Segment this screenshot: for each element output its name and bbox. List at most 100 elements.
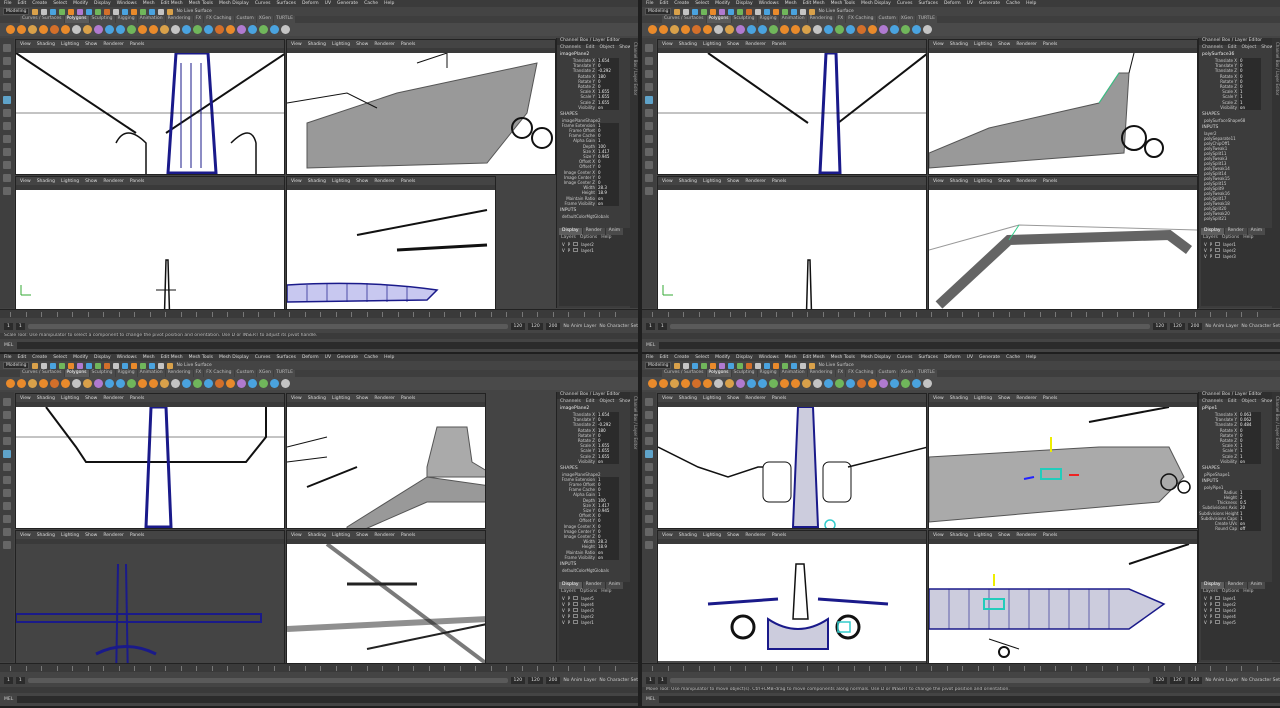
- shelf-tab[interactable]: Rigging: [757, 16, 779, 23]
- shelf-tool-icon[interactable]: [281, 25, 290, 34]
- menu-generate[interactable]: Generate: [979, 1, 1000, 6]
- tool-icon[interactable]: [3, 476, 11, 484]
- shelf-tab[interactable]: FX Caching: [846, 370, 876, 377]
- status-tool-icon[interactable]: [104, 8, 111, 15]
- shelf-tool-icon[interactable]: [281, 379, 290, 388]
- status-tool-icon[interactable]: [701, 8, 708, 15]
- range-start-field[interactable]: 1: [646, 322, 655, 330]
- panel-menu-show[interactable]: Show: [85, 179, 97, 184]
- max-field[interactable]: 200: [545, 676, 561, 684]
- shelf-tab[interactable]: XGen: [256, 16, 273, 23]
- shelf-tool-icon[interactable]: [857, 379, 866, 388]
- shelf-tab[interactable]: TURTLE: [915, 370, 937, 377]
- shelf-tool-icon[interactable]: [61, 25, 70, 34]
- shelf-tool-icon[interactable]: [681, 379, 690, 388]
- channel-value[interactable]: on: [597, 200, 619, 206]
- viewport-scene[interactable]: [16, 407, 285, 529]
- tool-icon[interactable]: [645, 187, 653, 195]
- menu-uv[interactable]: UV: [967, 1, 973, 6]
- panel-menu-renderer[interactable]: Renderer: [103, 533, 124, 538]
- menu-uv[interactable]: UV: [325, 1, 331, 6]
- shelf-tool-icon[interactable]: [758, 379, 767, 388]
- layer-menu-item[interactable]: Layers: [561, 235, 576, 241]
- viewport-panel[interactable]: View Shading Lighting Show Renderer Panels: [928, 39, 1198, 175]
- panel-menu-lighting[interactable]: Lighting: [974, 42, 992, 47]
- status-tool-icon[interactable]: [113, 362, 120, 369]
- shelf-tab[interactable]: FX: [835, 16, 846, 23]
- tool-icon[interactable]: [3, 528, 11, 536]
- shelf-tool-icon[interactable]: [160, 379, 169, 388]
- menu-mesh[interactable]: Mesh: [785, 355, 797, 360]
- panel-menu-view[interactable]: View: [291, 396, 302, 401]
- menu-mesh-tools[interactable]: Mesh Tools: [189, 1, 213, 6]
- tool-icon[interactable]: [3, 187, 11, 195]
- panel-menu-view[interactable]: View: [933, 179, 944, 184]
- range-start-field[interactable]: 1: [4, 322, 13, 330]
- panel-menu-view[interactable]: View: [291, 179, 302, 184]
- menu-mesh[interactable]: Mesh: [785, 1, 797, 6]
- panel-menu-lighting[interactable]: Lighting: [974, 533, 992, 538]
- menu-display[interactable]: Display: [736, 1, 753, 6]
- shelf-tool-icon[interactable]: [116, 379, 125, 388]
- mel-input[interactable]: [659, 342, 1280, 349]
- panel-menu-renderer[interactable]: Renderer: [374, 42, 395, 47]
- shelf-tab[interactable]: FX Caching: [204, 370, 234, 377]
- viewport-scene[interactable]: [658, 190, 927, 312]
- menu-curves[interactable]: Curves: [255, 1, 271, 6]
- panel-menu-panels[interactable]: Panels: [130, 42, 144, 47]
- cb-menu-channels[interactable]: Channels: [560, 45, 581, 52]
- shelf-tool-icon[interactable]: [890, 25, 899, 34]
- menu-uv[interactable]: UV: [325, 355, 331, 360]
- layer-row[interactable]: V Player1: [559, 619, 631, 625]
- panel-menu-panels[interactable]: Panels: [1043, 179, 1057, 184]
- shelf-tool-icon[interactable]: [670, 379, 679, 388]
- panel-menu-show[interactable]: Show: [998, 42, 1010, 47]
- shelf-tab[interactable]: Curves / Surfaces: [20, 370, 64, 377]
- layer-menu-item[interactable]: Help: [1243, 235, 1253, 241]
- cb-menu-edit[interactable]: Edit: [586, 45, 595, 52]
- shelf-tool-icon[interactable]: [846, 379, 855, 388]
- panel-menu-shading[interactable]: Shading: [950, 42, 968, 47]
- anim-layer-dropdown[interactable]: No Anim Layer: [1205, 324, 1238, 329]
- anim-end-field[interactable]: 120: [510, 676, 526, 684]
- status-tool-icon[interactable]: [782, 8, 789, 15]
- viewport-scene[interactable]: [16, 544, 285, 666]
- shelf-tab[interactable]: Animation: [779, 16, 807, 23]
- status-tool-icon[interactable]: [746, 8, 753, 15]
- shelf-tool-icon[interactable]: [226, 25, 235, 34]
- layer-row[interactable]: V Player5: [1201, 619, 1273, 625]
- status-tool-icon[interactable]: [710, 362, 717, 369]
- shelf-tab[interactable]: Polygons: [64, 16, 89, 23]
- panel-menu-lighting[interactable]: Lighting: [703, 42, 721, 47]
- layer-menu-item[interactable]: Options: [1222, 235, 1239, 241]
- viewport-scene[interactable]: [287, 190, 496, 312]
- mode-set-dropdown[interactable]: Modeling: [645, 362, 672, 369]
- panel-menu-renderer[interactable]: Renderer: [1016, 396, 1037, 401]
- shelf-tool-icon[interactable]: [270, 25, 279, 34]
- panel-menu-lighting[interactable]: Lighting: [332, 42, 350, 47]
- status-tool-icon[interactable]: [167, 8, 174, 15]
- shelf-tool-icon[interactable]: [237, 25, 246, 34]
- viewport-panel[interactable]: View Shading Lighting Show Renderer Panels: [286, 176, 496, 312]
- tool-icon[interactable]: [3, 437, 11, 445]
- shelf-tool-icon[interactable]: [890, 379, 899, 388]
- status-tool-icon[interactable]: [86, 8, 93, 15]
- status-tool-icon[interactable]: [710, 8, 717, 15]
- shelf-tab[interactable]: Curves / Surfaces: [20, 16, 64, 23]
- panel-menu-show[interactable]: Show: [85, 396, 97, 401]
- status-tool-icon[interactable]: [791, 362, 798, 369]
- status-tool-icon[interactable]: [59, 362, 66, 369]
- menu-mesh-display[interactable]: Mesh Display: [219, 1, 249, 6]
- panel-menu-renderer[interactable]: Renderer: [103, 179, 124, 184]
- shelf-tool-icon[interactable]: [791, 379, 800, 388]
- mel-input[interactable]: [659, 696, 1280, 703]
- panel-menu-shading[interactable]: Shading: [308, 42, 326, 47]
- shelf-tab[interactable]: FX: [835, 370, 846, 377]
- panel-menu-lighting[interactable]: Lighting: [703, 179, 721, 184]
- panel-menu-renderer[interactable]: Renderer: [374, 533, 395, 538]
- range-slider-bar[interactable]: [669, 677, 1150, 683]
- shelf-tool-icon[interactable]: [182, 379, 191, 388]
- panel-menu-lighting[interactable]: Lighting: [332, 396, 350, 401]
- shelf-tab[interactable]: TURTLE: [915, 16, 937, 23]
- status-tool-icon[interactable]: [59, 8, 66, 15]
